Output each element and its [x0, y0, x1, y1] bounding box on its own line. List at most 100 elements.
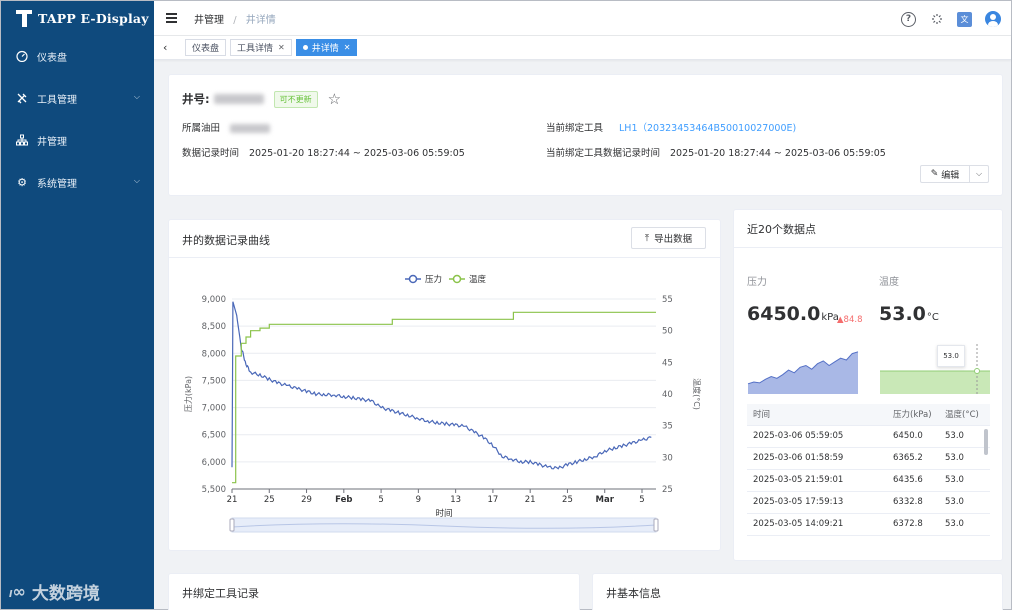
tool-time-value: 2025-01-20 18:27:44 ~ 2025-03-06 05:59:0… [670, 148, 886, 159]
top-header: 井管理 / 井详情 ? 文 [154, 1, 1011, 36]
star-icon[interactable]: ☆ [328, 90, 341, 108]
x-tick-label: 5 [639, 495, 644, 505]
table-cell: 6435.6 [887, 469, 939, 492]
legend-marker [408, 274, 418, 284]
datazoom-handle-left [229, 518, 235, 532]
column-header-temp[interactable]: 温度(°C) [939, 404, 990, 426]
tab-label: 工具详情 [237, 44, 274, 54]
active-dot-icon [302, 45, 308, 50]
y-left-tick-label: 7,000 [202, 404, 226, 414]
table-row[interactable]: 2025-03-06 05:59:05 6450.0 53.0 [747, 425, 990, 448]
table-cell: 53.0 [939, 469, 990, 492]
basic-info-title: 井基本信息 [606, 587, 661, 600]
table-row[interactable]: 2025-03-06 01:58:59 6365.2 53.0 [747, 447, 990, 470]
tab-tool-detail[interactable]: 工具详情 ✕ [230, 39, 292, 56]
y-left-tick-label: 8,500 [202, 322, 226, 332]
table-row[interactable]: 2025-03-05 14:09:21 6372.8 53.0 [747, 513, 990, 536]
watermark: ₗ∞ 大数跨境 [9, 579, 100, 604]
pressure-temperature-chart[interactable]: 9,000 8,500 8,000 7,500 7,000 6,500 6,000 5,500… [169, 259, 720, 551]
tools-icon [15, 91, 29, 105]
legend-marker [452, 274, 462, 284]
help-icon[interactable]: ? [901, 11, 916, 27]
table-header-row: 时间 压力(kPa) 温度(°C) [747, 404, 990, 426]
x-tick-label: 13 [450, 495, 461, 505]
edit-dropdown-button[interactable]: ✎ 编辑 ⌵ [920, 165, 989, 183]
sidebar-item-system[interactable]: ⚙ 系统管理 ⌵ [1, 161, 154, 203]
sidebar-item-tools[interactable]: 工具管理 ⌵ [1, 77, 154, 119]
pressure-sparkline[interactable] [747, 344, 859, 394]
tool-time-row: 当前绑定工具数据记录时间 2025-01-20 18:27:44 ~ 2025-0… [546, 145, 886, 159]
chevron-down-icon: ⌵ [133, 176, 140, 185]
table-cell: 6450.0 [887, 425, 939, 448]
table-cell: 53.0 [939, 513, 990, 536]
app-logo[interactable]: TAPP E-Display [1, 1, 154, 35]
table-row[interactable]: 2025-03-05 17:59:13 6332.8 53.0 [747, 491, 990, 514]
table-cell: 53.0 [939, 425, 990, 448]
tapp-logo-icon [15, 9, 33, 27]
recent-points-card: 近20个数据点 压力 6450.0kPa ▲84.8 温度 53.0°C 53.… [733, 209, 1003, 561]
close-icon[interactable]: ✕ [344, 43, 351, 52]
legend-label: 温度 [469, 274, 487, 285]
hamburger-icon[interactable] [166, 13, 178, 23]
breadcrumb-current: 井详情 [245, 14, 276, 26]
tool-records-title: 井绑定工具记录 [182, 587, 259, 600]
y-left-tick-label: 6,500 [202, 431, 226, 441]
table-cell: 6372.8 [887, 513, 939, 536]
edit-icon: ✎ [930, 169, 939, 179]
tab-label: 井详情 [311, 44, 339, 54]
sidebar: TAPP E-Display 仪表盘 工具管理 ⌵ 井管理 ⚙ 系统管理 ⌵ ₗ… [1, 1, 154, 609]
sparkline-pointer-dot [974, 368, 980, 374]
column-header-pressure[interactable]: 压力(kPa) [887, 404, 939, 426]
temperature-sparkline-area [880, 371, 990, 394]
tab-dashboard[interactable]: 仪表盘 [185, 39, 227, 56]
series-line-pressure [231, 301, 652, 470]
table-scrollbar[interactable] [984, 429, 988, 455]
record-time-value: 2025-01-20 18:27:44 ~ 2025-03-06 05:59:0… [249, 148, 465, 159]
language-icon[interactable]: 文 [957, 11, 972, 27]
bound-tool-link[interactable]: LH1（20323453464B50010027000E) [619, 123, 796, 134]
edit-label: 编辑 [941, 170, 960, 181]
y-left-tick-label: 6,000 [202, 458, 226, 468]
y-right-axis-title: 温度(°C) [692, 378, 702, 410]
y-left-tick-label: 7,500 [202, 376, 226, 386]
close-icon[interactable]: ✕ [278, 43, 285, 52]
tool-time-label: 当前绑定工具数据记录时间 [546, 148, 661, 159]
tab-well-detail[interactable]: 井详情 ✕ [295, 39, 358, 56]
upload-icon: ⤒ [644, 232, 650, 244]
status-badge: 可不更新 [273, 90, 318, 108]
dashboard-icon [15, 49, 29, 63]
fullscreen-icon[interactable] [929, 12, 944, 27]
sidebar-item-wells[interactable]: 井管理 [1, 119, 154, 161]
table-row[interactable]: 2025-03-05 21:59:01 6435.6 53.0 [747, 469, 990, 492]
table-cell: 6332.8 [887, 491, 939, 514]
breadcrumb: 井管理 / 井详情 [194, 11, 276, 26]
divider [734, 247, 1002, 248]
x-tick-label: 25 [264, 495, 275, 505]
avatar[interactable] [985, 11, 1001, 27]
pressure-delta: ▲84.8 [837, 315, 862, 325]
redacted-field [230, 124, 271, 133]
export-data-button[interactable]: ⤒ 导出数据 [631, 227, 706, 249]
y-left-tick-label: 9,000 [202, 295, 226, 305]
sidebar-item-label: 井管理 [37, 136, 67, 148]
chart-card-header: 井的数据记录曲线 ⤒ 导出数据 [169, 220, 720, 258]
sidebar-item-dashboard[interactable]: 仪表盘 [1, 35, 154, 77]
temp-value: 53.0 [879, 303, 926, 325]
edit-button[interactable]: ✎ 编辑 [921, 166, 970, 182]
temperature-sparkline[interactable] [879, 344, 991, 394]
chevron-left-icon[interactable]: ‹ [163, 41, 175, 54]
datazoom-handle-right [653, 518, 659, 532]
redacted-well-number [213, 94, 264, 104]
chevron-down-icon[interactable]: ⌵ [970, 169, 988, 179]
gear-icon: ⚙ [17, 175, 27, 189]
sidebar-item-label: 仪表盘 [37, 52, 67, 64]
x-tick-label: 9 [416, 495, 421, 505]
watermark-text: 大数跨境 [31, 584, 100, 604]
table-cell: 2025-03-06 05:59:05 [747, 425, 887, 448]
y-right-tick-label: 35 [662, 422, 673, 432]
app-name: TAPP E-Display [38, 10, 149, 26]
datazoom-track [231, 517, 657, 533]
sidebar-item-label: 系统管理 [37, 178, 77, 190]
column-header-time[interactable]: 时间 [747, 404, 887, 426]
breadcrumb-item[interactable]: 井管理 [194, 15, 224, 26]
